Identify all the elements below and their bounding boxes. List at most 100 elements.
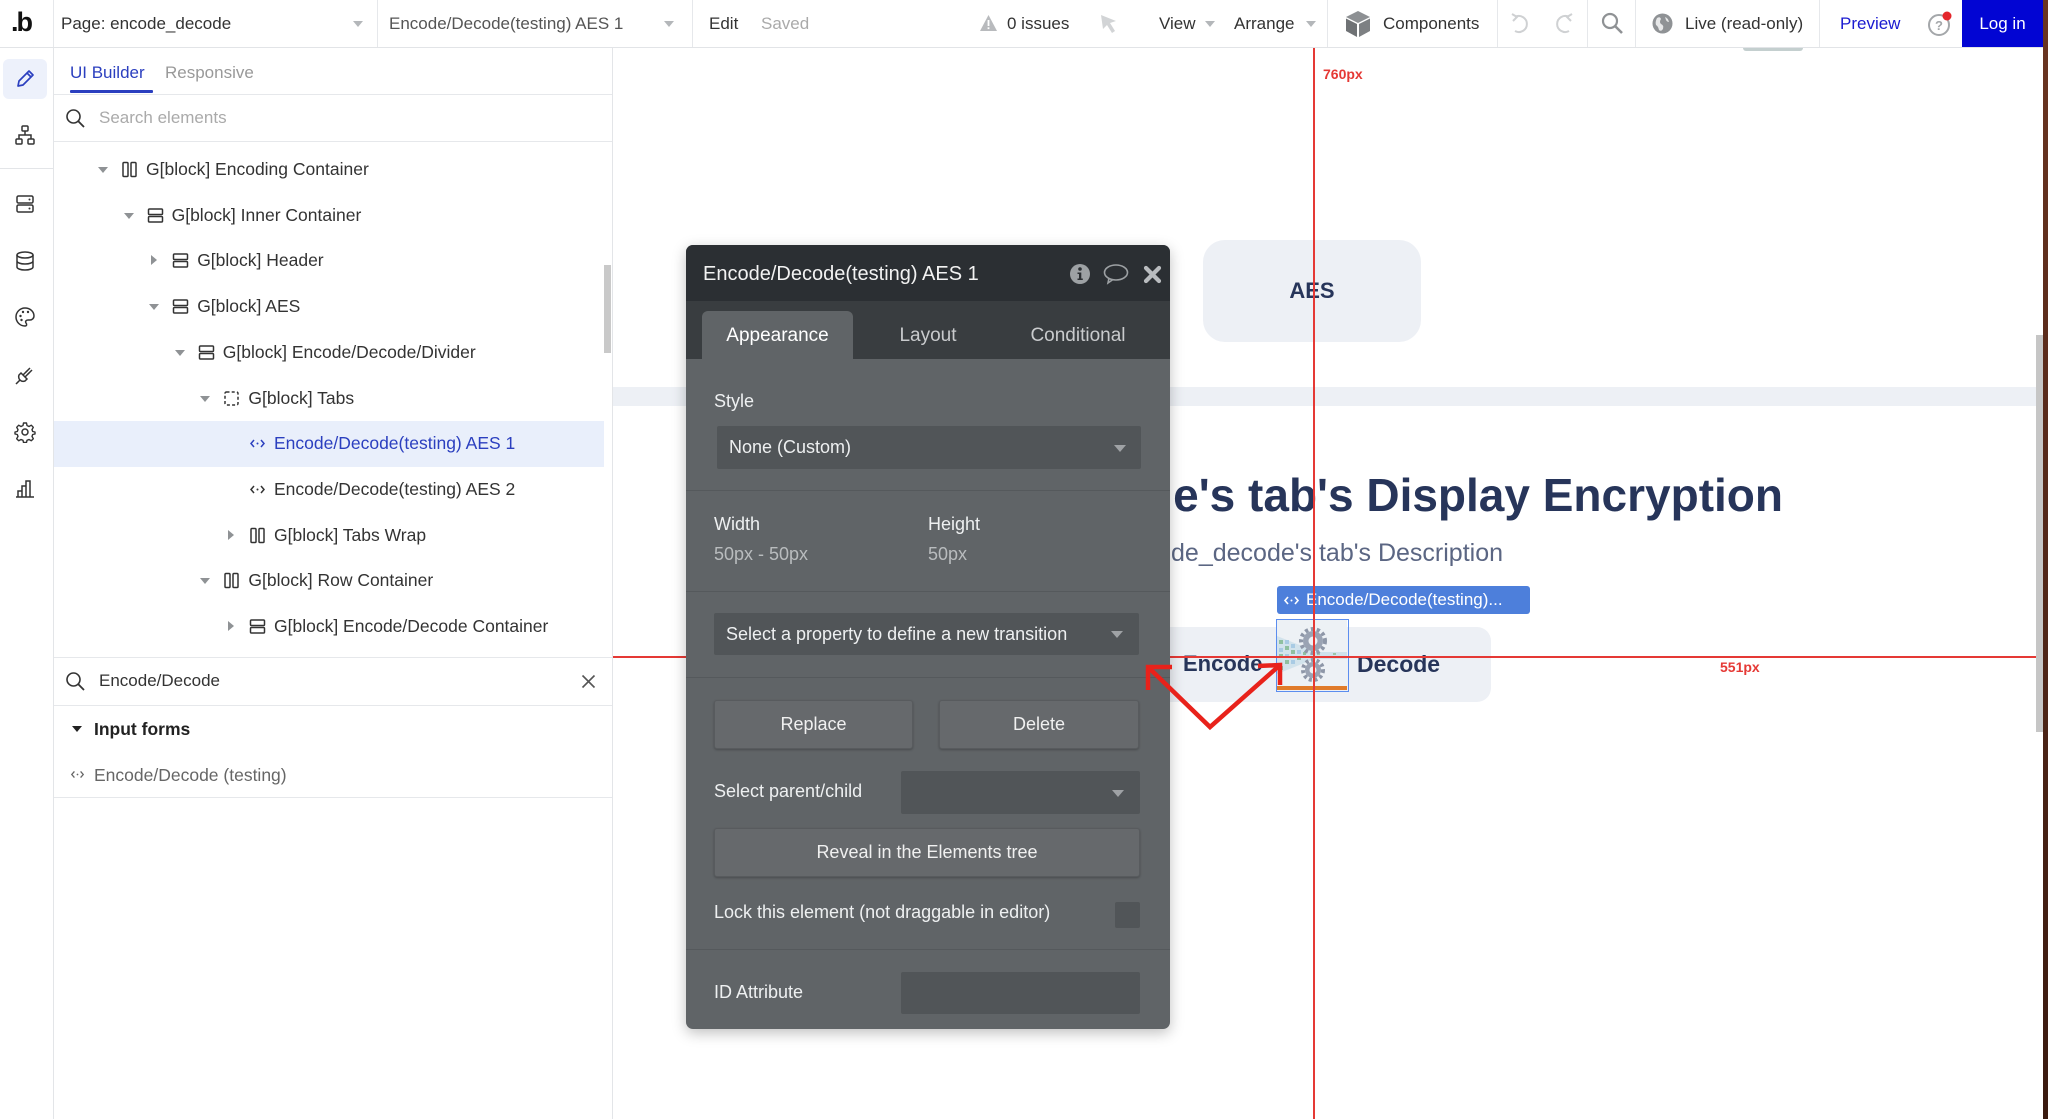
caret-down-icon[interactable] <box>174 349 185 356</box>
search-result-label: Encode/Decode (testing) <box>94 765 287 785</box>
caret-down-icon[interactable] <box>149 304 160 311</box>
reveal-in-tree-button[interactable]: Reveal in the Elements tree <box>714 828 1140 877</box>
parent-child-dropdown[interactable] <box>901 771 1140 814</box>
transition-dropdown-placeholder: Select a property to define a new transi… <box>726 623 1068 644</box>
tree-scrollbar[interactable] <box>604 265 611 353</box>
tree-item-label: G[block] Encoding Container <box>146 159 369 179</box>
caret-down-icon[interactable] <box>200 395 211 402</box>
width-label: Width <box>714 514 761 534</box>
chevron-down-icon[interactable] <box>353 21 363 27</box>
tab-appearance[interactable]: Appearance <box>702 311 853 359</box>
edit-menu[interactable]: Edit <box>709 0 738 47</box>
id-attribute-input[interactable] <box>901 972 1140 1014</box>
tree-item[interactable]: G[block] Tabs Wrap <box>54 513 604 559</box>
property-editor-header[interactable]: Encode/Decode(testing) AES 1 <box>686 245 1170 301</box>
tree-item-label: G[block] Header <box>197 250 324 271</box>
annotation-arrow <box>1145 662 1283 731</box>
search-icon[interactable] <box>1601 12 1624 35</box>
filter-search-input[interactable] <box>99 666 559 696</box>
tab-layout[interactable]: Layout <box>868 311 988 359</box>
close-icon[interactable] <box>1143 265 1162 284</box>
tree-item-label: Encode/Decode(testing) AES 1 <box>274 433 516 454</box>
tab-ui-builder[interactable]: UI Builder <box>70 48 145 95</box>
tree-item-label: G[block] Tabs <box>248 387 355 408</box>
width-value[interactable]: 50px - 50px <box>714 544 808 565</box>
replace-button[interactable]: Replace <box>714 700 913 749</box>
tree-item[interactable]: G[block] Row Container <box>54 558 604 604</box>
tree-item[interactable]: G[block] Inner Container <box>54 193 604 239</box>
tab-responsive[interactable]: Responsive <box>165 48 254 95</box>
row-layout-icon <box>172 298 189 315</box>
reusable-element-icon <box>1283 592 1300 609</box>
divider <box>377 0 378 47</box>
lock-label: Lock this element (not draggable in edit… <box>714 902 1051 922</box>
help-icon[interactable]: ? <box>1927 11 1953 37</box>
rail-settings-tab[interactable] <box>3 412 47 452</box>
selected-element-tag-label: Encode/Decode(testing)... <box>1306 590 1503 609</box>
style-dropdown[interactable]: None (Custom) <box>717 426 1141 469</box>
rail-design-tab[interactable] <box>3 59 47 99</box>
tree-item[interactable]: G[block] AES <box>54 284 604 330</box>
notification-dot <box>1942 11 1952 21</box>
rail-database-tab[interactable] <box>3 241 47 281</box>
rail-styles-tab[interactable] <box>3 297 47 337</box>
search-result-item[interactable]: Encode/Decode (testing) <box>54 752 612 798</box>
caret-down-icon[interactable] <box>98 167 108 173</box>
tree-item[interactable]: G[block] Header <box>54 238 604 284</box>
chevron-down-icon[interactable] <box>664 21 674 27</box>
caret-down-icon[interactable] <box>200 578 211 585</box>
info-icon[interactable] <box>1069 263 1091 285</box>
live-read-only-status[interactable]: Live (read-only) <box>1685 0 1803 47</box>
preview-link[interactable]: Preview <box>1840 0 1900 47</box>
view-menu[interactable]: View <box>1159 0 1196 47</box>
divider <box>686 591 1170 592</box>
tree-item-label: G[block] Row Container <box>248 570 434 591</box>
tree-item[interactable]: G[block] Tabs <box>54 376 604 422</box>
undo-icon[interactable] <box>1509 13 1529 35</box>
tree-item[interactable]: G[block] Encoding Container <box>54 147 604 193</box>
issues-count[interactable]: 0 issues <box>1007 0 1069 47</box>
results-group-header[interactable]: Input forms <box>54 706 612 752</box>
canvas-scrollbar[interactable] <box>2036 335 2043 732</box>
tree-item-label: Encode/Decode(testing) AES 2 <box>274 478 516 499</box>
rail-element-tree-tab[interactable] <box>3 115 47 155</box>
rail-plugins-tab[interactable] <box>3 355 47 395</box>
chevron-down-icon[interactable] <box>1205 21 1215 27</box>
selected-element-tag[interactable]: Encode/Decode(testing)... <box>1277 586 1530 614</box>
caret-down-icon[interactable] <box>123 212 134 219</box>
height-value[interactable]: 50px <box>928 544 967 565</box>
components-button[interactable]: Components <box>1383 0 1479 47</box>
tree-item[interactable]: Encode/Decode(testing) AES 2 <box>54 467 604 513</box>
bubble-logo[interactable]: .b <box>11 0 33 47</box>
tree-item-selected[interactable]: Encode/Decode(testing) AES 1 <box>54 421 604 467</box>
caret-down-icon[interactable] <box>72 726 82 732</box>
divider <box>1819 0 1820 47</box>
caret-right-icon[interactable] <box>151 255 158 266</box>
caret-right-icon[interactable] <box>228 621 234 631</box>
aes-tab-button[interactable]: AES <box>1203 240 1421 342</box>
decode-label[interactable]: Decode <box>1357 646 1440 682</box>
cube-icon[interactable] <box>1345 10 1371 38</box>
element-selector-label[interactable]: Encode/Decode(testing) AES 1 <box>389 0 623 47</box>
rail-data-tab[interactable] <box>3 184 47 224</box>
tree-item-label: G[block] Encode/Decode Container <box>274 616 549 636</box>
arrange-menu[interactable]: Arrange <box>1234 0 1294 47</box>
clear-search-icon[interactable] <box>581 674 596 689</box>
rail-logs-tab[interactable] <box>3 468 47 508</box>
chevron-down-icon[interactable] <box>1306 21 1316 27</box>
redo-icon[interactable] <box>1555 13 1575 35</box>
tree-item[interactable]: G[block] Encode/Decode Container <box>54 604 604 650</box>
login-button[interactable]: Log in <box>1962 0 2043 47</box>
transition-property-dropdown[interactable]: Select a property to define a new transi… <box>714 613 1139 655</box>
caret-right-icon[interactable] <box>228 529 234 540</box>
lock-checkbox[interactable] <box>1115 902 1140 928</box>
tree-item[interactable]: G[block] Encode/Decode/Divider <box>54 330 604 376</box>
element-tree: G[block] Encoding Container G[block] Inn… <box>54 147 612 657</box>
page-selector-label[interactable]: Page: encode_decode <box>61 0 231 47</box>
delete-button[interactable]: Delete <box>939 700 1139 749</box>
search-elements-input[interactable] <box>99 103 559 133</box>
tab-conditional[interactable]: Conditional <box>1008 311 1148 359</box>
cursor-icon[interactable] <box>1099 13 1119 35</box>
warning-icon[interactable] <box>979 14 998 32</box>
comment-icon[interactable] <box>1103 263 1129 285</box>
